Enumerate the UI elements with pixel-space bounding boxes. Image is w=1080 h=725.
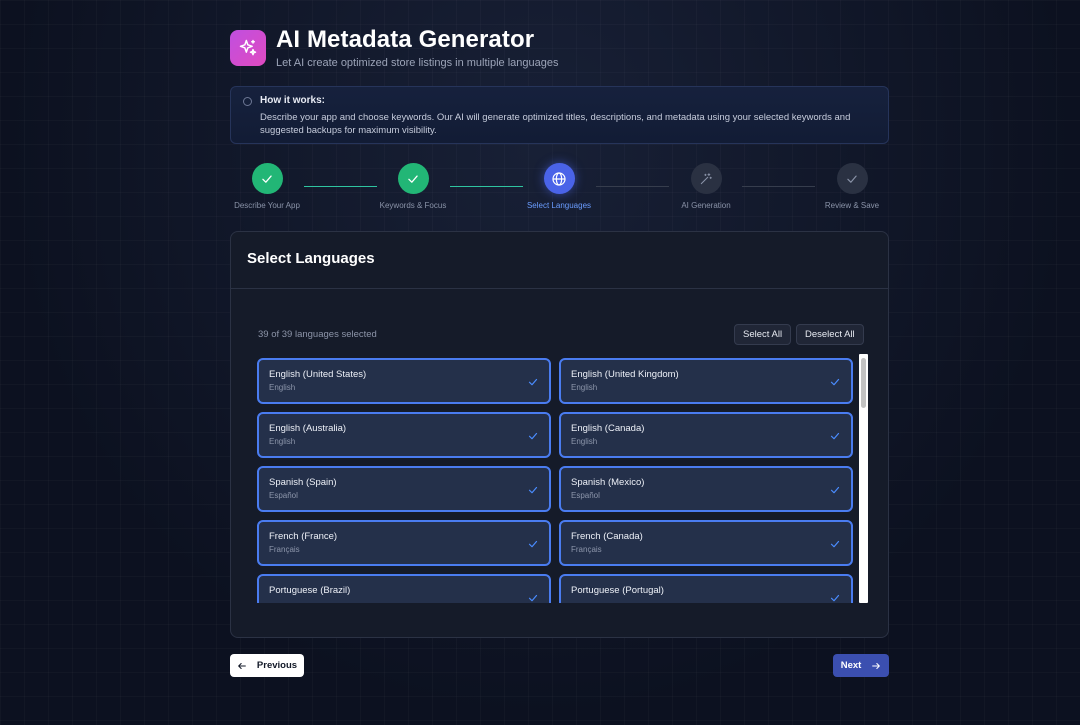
sparkles-icon [230,30,266,66]
language-name: English (Australia) [269,423,347,434]
language-name: Spanish (Mexico) [571,477,645,488]
select-languages-panel: Select Languages 39 of 39 languages sele… [230,231,889,638]
check-icon [829,483,841,501]
panel-title: Select Languages [247,250,375,267]
language-option[interactable]: Portuguese (Portugal) [559,574,853,603]
step-select-languages[interactable]: Select Languages [504,163,614,210]
language-name: French (France) [269,531,338,542]
select-all-button[interactable]: Select All [734,324,792,345]
check-icon [829,429,841,447]
check-icon [527,483,539,501]
page-header: AI Metadata Generator Let AI create opti… [230,26,559,69]
language-native-name: Español [269,491,298,500]
scrollbar-thumb[interactable] [861,358,866,408]
check-icon [527,429,539,447]
language-native-name: English [269,383,296,392]
language-option[interactable]: Portuguese (Brazil) [257,574,551,603]
check-icon [829,537,841,555]
language-native-name: Español [571,491,600,500]
language-list[interactable]: English (United States) English English (U… [257,358,869,603]
language-native-name: English [269,437,296,446]
info-icon [243,97,252,106]
magic-wand-icon [690,163,722,194]
selection-count: 39 of 39 languages selected [258,329,377,340]
next-button[interactable]: Next [833,654,889,677]
step-keywords-focus[interactable]: Keywords & Focus [358,163,468,210]
language-name: English (United Kingdom) [571,369,679,380]
deselect-all-button[interactable]: Deselect All [796,324,864,345]
check-icon [829,591,841,603]
language-name: English (United States) [269,369,367,380]
step-label: AI Generation [681,201,731,210]
globe-icon [543,163,575,194]
language-option[interactable]: Spanish (Mexico) Español [559,466,853,512]
language-name: Portuguese (Brazil) [269,585,351,596]
info-title: How it works: [260,95,326,106]
check-icon [527,537,539,555]
next-label: Next [840,660,862,671]
language-option[interactable]: English (Australia) English [257,412,551,458]
language-native-name: Français [571,545,602,554]
check-icon [829,375,841,393]
language-native-name: English [571,383,598,392]
language-native-name: English [571,437,598,446]
language-name: French (Canada) [571,531,643,542]
language-option[interactable]: English (Canada) English [559,412,853,458]
arrow-right-icon [872,662,881,669]
page-subtitle: Let AI create optimized store listings i… [276,57,559,69]
language-name: Spanish (Spain) [269,477,337,488]
info-text: Describe your app and choose keywords. O… [260,112,851,136]
step-describe-your-app[interactable]: Describe Your App [212,163,322,210]
how-it-works-box: How it works: Describe your app and choo… [230,86,889,144]
language-option[interactable]: Spanish (Spain) Español [257,466,551,512]
check-icon [397,163,429,194]
step-label: Keywords & Focus [379,201,447,210]
language-list-scrollbar[interactable] [859,354,868,603]
check-icon [251,163,283,194]
language-option[interactable]: English (United Kingdom) English [559,358,853,404]
step-label: Review & Save [824,201,880,210]
progress-stepper: Describe Your App Keywords & Focus Selec… [230,163,889,213]
previous-button[interactable]: Previous [230,654,304,677]
panel-header: Select Languages [231,232,888,289]
step-ai-generation[interactable]: AI Generation [651,163,761,210]
page-title: AI Metadata Generator [276,26,535,53]
check-icon [527,591,539,603]
language-option[interactable]: French (France) Français [257,520,551,566]
language-name: Portuguese (Portugal) [571,585,664,596]
check-icon [836,163,868,194]
language-option[interactable]: French (Canada) Français [559,520,853,566]
step-label: Select Languages [526,201,592,210]
arrow-left-icon [238,662,246,669]
previous-label: Previous [256,660,298,671]
step-review-save[interactable]: Review & Save [797,163,907,210]
step-label: Describe Your App [234,201,300,210]
check-icon [527,375,539,393]
language-name: English (Canada) [571,423,645,434]
language-native-name: Français [269,545,300,554]
language-option[interactable]: English (United States) English [257,358,551,404]
